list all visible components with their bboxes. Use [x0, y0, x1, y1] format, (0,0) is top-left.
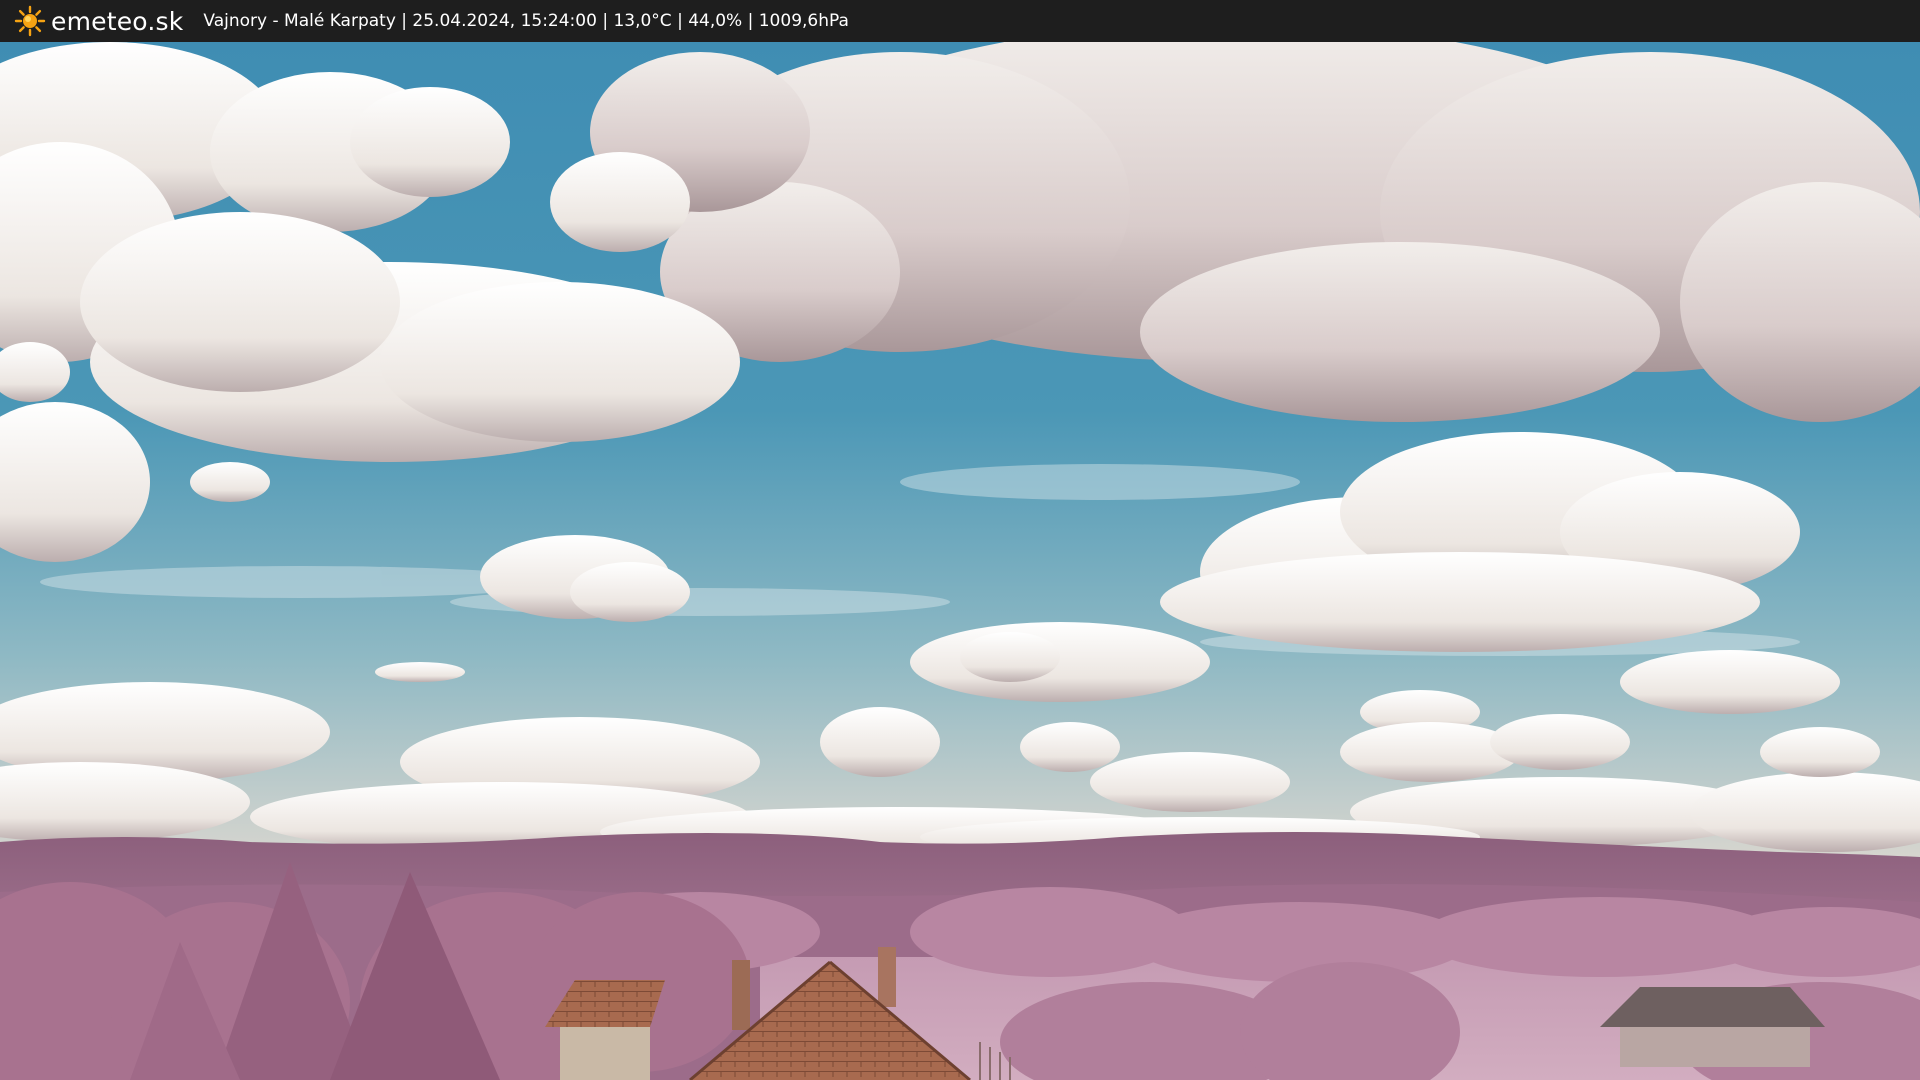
- weather-caption: Vajnory - Malé Karpaty | 25.04.2024, 15:…: [203, 11, 849, 31]
- brand-logo[interactable]: emeteo.sk: [14, 0, 183, 42]
- caption-bar: emeteo.sk Vajnory - Malé Karpaty | 25.04…: [0, 0, 1920, 42]
- brand-name[interactable]: emeteo.sk: [51, 7, 183, 36]
- webcam-image: [0, 42, 1920, 1080]
- webcam-page: emeteo.sk Vajnory - Malé Karpaty | 25.04…: [0, 0, 1920, 1080]
- sun-icon: [14, 5, 46, 37]
